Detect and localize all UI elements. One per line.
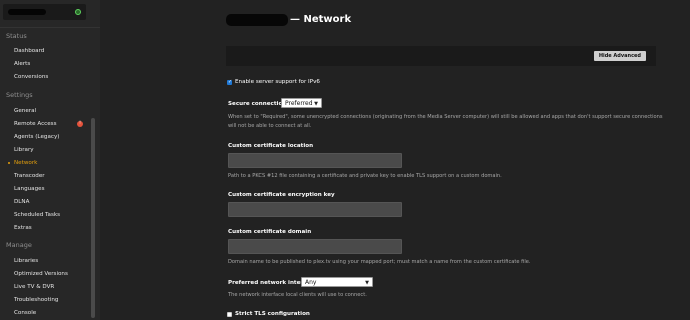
secure-connections-value: Preferred bbox=[285, 100, 313, 107]
sidebar-item-live-tv-dvr[interactable]: Live TV & DVR bbox=[14, 284, 54, 290]
main-content: — Network Hide Advanced Enable server su… bbox=[100, 0, 690, 320]
cert-domain-help: Domain name to be published to plex.tv u… bbox=[228, 259, 531, 265]
strict-tls-row: Strict TLS configuration bbox=[227, 311, 310, 317]
sidebar-item-extras[interactable]: Extras bbox=[14, 225, 32, 231]
chevron-down-icon: ▼ bbox=[314, 101, 318, 107]
sidebar-item-optimized-versions[interactable]: Optimized Versions bbox=[14, 271, 68, 277]
cert-location-help: Path to a PKCS #12 file containing a cer… bbox=[228, 173, 502, 179]
strict-tls-checkbox[interactable] bbox=[227, 311, 232, 317]
sidebar-item-general[interactable]: General bbox=[14, 108, 36, 114]
sidebar-item-network[interactable]: Network bbox=[14, 160, 37, 166]
hide-advanced-button[interactable]: Hide Advanced bbox=[593, 51, 646, 61]
sidebar-divider bbox=[0, 27, 100, 28]
sidebar-item-transcoder[interactable]: Transcoder bbox=[14, 173, 45, 179]
server-selector[interactable] bbox=[3, 4, 86, 20]
cert-domain-label: Custom certificate domain bbox=[228, 229, 312, 235]
cert-location-label: Custom certificate location bbox=[228, 143, 314, 149]
secure-connections-help: When set to "Required", some unencrypted… bbox=[228, 114, 663, 129]
network-interface-select[interactable]: Any ▼ bbox=[301, 277, 373, 287]
ipv6-checkbox[interactable] bbox=[227, 79, 232, 85]
sidebar-item-agents-legacy[interactable]: Agents (Legacy) bbox=[14, 134, 59, 140]
sidebar-scrollbar-thumb[interactable] bbox=[91, 118, 95, 318]
cert-key-input[interactable] bbox=[228, 202, 402, 217]
sidebar-item-alerts[interactable]: Alerts bbox=[14, 61, 30, 67]
warning-icon: ! bbox=[77, 121, 83, 127]
sidebar-item-remote-access[interactable]: Remote Access bbox=[14, 121, 57, 127]
sidebar-scrollbar[interactable] bbox=[91, 118, 95, 318]
server-name-redacted bbox=[226, 14, 288, 26]
sidebar-section-manage: Manage bbox=[6, 241, 32, 249]
sidebar-item-dlna[interactable]: DLNA bbox=[14, 199, 29, 205]
sidebar-item-libraries[interactable]: Libraries bbox=[14, 258, 38, 264]
sidebar-item-console[interactable]: Console bbox=[14, 310, 36, 316]
strict-tls-label: Strict TLS configuration bbox=[235, 311, 310, 317]
sidebar-item-scheduled-tasks[interactable]: Scheduled Tasks bbox=[14, 212, 60, 218]
page-title: — Network bbox=[290, 14, 352, 25]
sidebar-section-status: Status bbox=[6, 32, 27, 40]
sidebar-item-troubleshooting[interactable]: Troubleshooting bbox=[14, 297, 58, 303]
sidebar-item-languages[interactable]: Languages bbox=[14, 186, 45, 192]
sidebar-item-conversions[interactable]: Conversions bbox=[14, 74, 48, 80]
sidebar-item-library[interactable]: Library bbox=[14, 147, 34, 153]
server-online-status-icon bbox=[75, 9, 81, 15]
server-name-redacted bbox=[8, 9, 46, 15]
secure-connections-select[interactable]: Preferred ▼ bbox=[281, 98, 322, 108]
ipv6-label: Enable server support for IPv6 bbox=[235, 79, 320, 85]
sidebar: Status Dashboard Alerts Conversions Sett… bbox=[0, 0, 100, 320]
cert-location-input[interactable] bbox=[228, 153, 402, 168]
chevron-down-icon: ▼ bbox=[365, 280, 369, 286]
active-indicator-icon bbox=[8, 162, 10, 164]
network-interface-value: Any bbox=[305, 279, 317, 286]
sidebar-item-dashboard[interactable]: Dashboard bbox=[14, 48, 44, 54]
advanced-toolbar: Hide Advanced bbox=[226, 46, 656, 66]
cert-domain-input[interactable] bbox=[228, 239, 402, 254]
network-interface-help: The network interface local clients will… bbox=[228, 292, 367, 298]
ipv6-row: Enable server support for IPv6 bbox=[227, 79, 320, 85]
sidebar-section-settings: Settings bbox=[6, 91, 33, 99]
cert-key-label: Custom certificate encryption key bbox=[228, 192, 335, 198]
